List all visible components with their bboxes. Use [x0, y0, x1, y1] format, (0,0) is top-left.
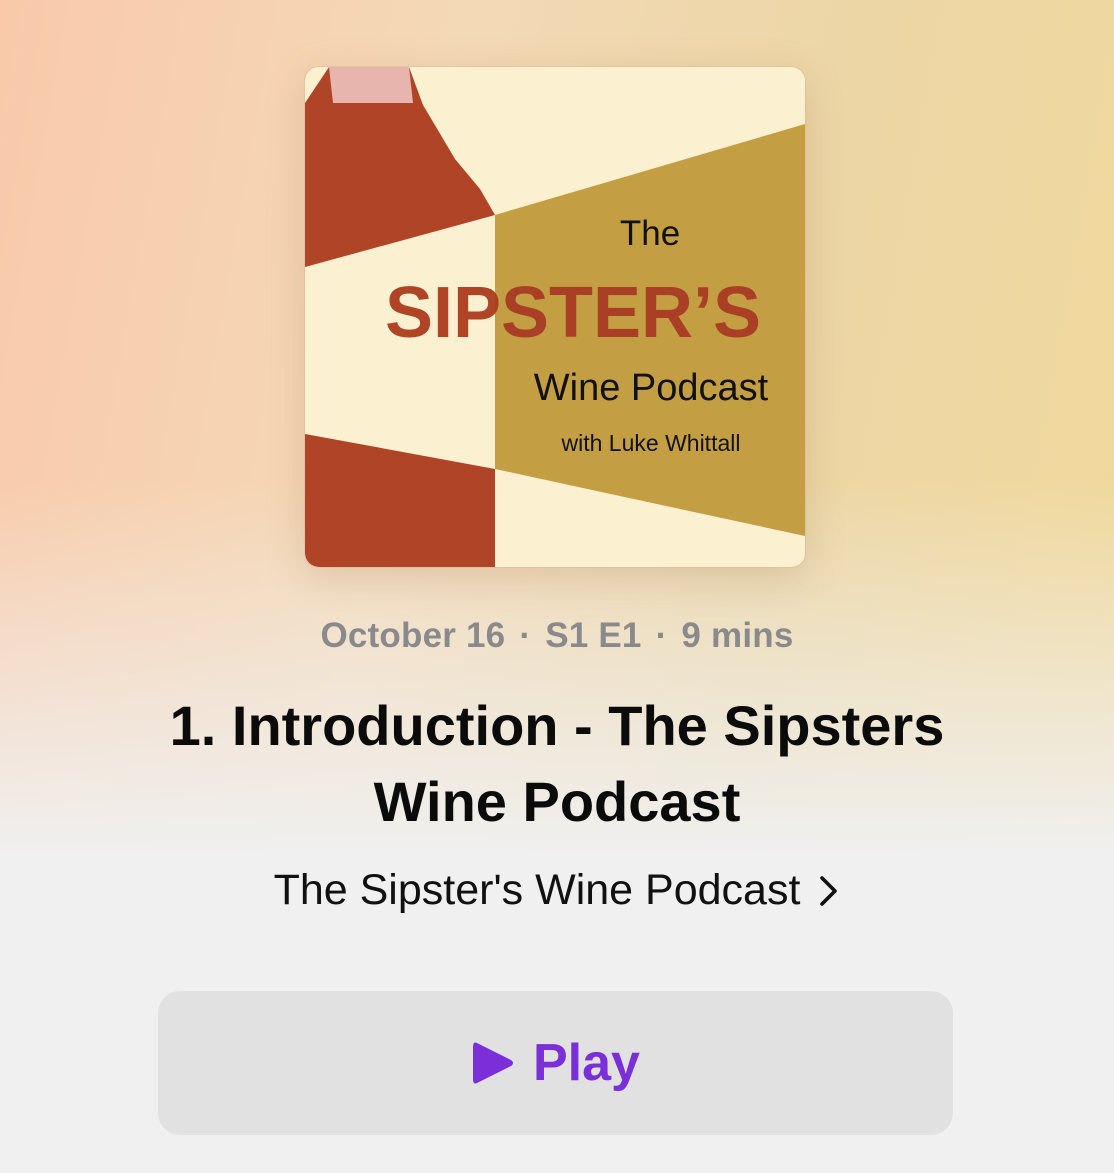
artwork-wine-podcast-text: Wine Podcast — [534, 367, 769, 409]
episode-season-number: S1 E1 — [545, 616, 642, 655]
artwork-image: The SIPSTER’S SIPSTER’S Wine Podcast wit… — [305, 67, 805, 567]
artwork-the-text: The — [620, 214, 680, 253]
episode-title: 1. Introduction - The Sipsters Wine Podc… — [169, 694, 945, 833]
meta-separator: · — [655, 616, 668, 655]
play-button[interactable]: Play — [158, 991, 953, 1135]
episode-meta: October 16 · S1 E1 · 9 mins — [0, 616, 1114, 656]
play-icon — [471, 1039, 515, 1087]
meta-separator: · — [519, 616, 532, 655]
episode-duration: 9 mins — [681, 616, 794, 655]
podcast-artwork: The SIPSTER’S SIPSTER’S Wine Podcast wit… — [305, 67, 805, 567]
show-name: The Sipster's Wine Podcast — [273, 866, 801, 914]
show-link[interactable]: The Sipster's Wine Podcast — [0, 866, 1114, 915]
artwork-host-text: with Luke Whittall — [561, 430, 741, 456]
chevron-right-icon — [818, 874, 840, 908]
episode-date: October 16 — [320, 616, 506, 655]
play-label: Play — [533, 1034, 640, 1092]
episode-detail-page: The SIPSTER’S SIPSTER’S Wine Podcast wit… — [0, 0, 1114, 1173]
